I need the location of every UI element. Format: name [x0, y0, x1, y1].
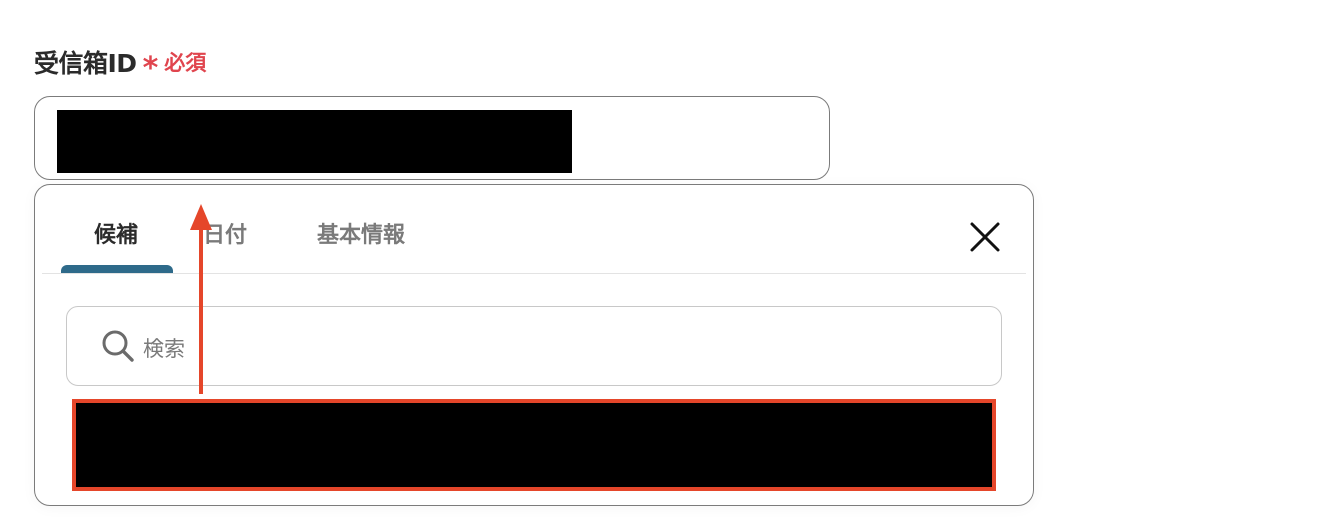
candidate-popup: 候補 日付 基本情報 検索	[34, 184, 1034, 506]
tab-basic-info[interactable]: 基本情報	[317, 217, 405, 249]
required-label: 必須	[164, 51, 207, 75]
close-button[interactable]	[967, 219, 1003, 255]
candidate-option-highlighted[interactable]	[72, 399, 996, 491]
field-label: 受信箱ID * 必須	[34, 44, 207, 86]
required-asterisk: *	[142, 50, 159, 86]
search-icon	[102, 330, 134, 362]
tab-date[interactable]: 日付	[203, 217, 247, 249]
tab-candidates[interactable]: 候補	[94, 217, 138, 249]
field-label-text: 受信箱ID	[34, 49, 137, 78]
redacted-value	[57, 110, 572, 173]
search-placeholder: 検索	[143, 337, 185, 361]
popup-tabs: 候補 日付 基本情報	[42, 185, 1026, 274]
inbox-id-input[interactable]	[34, 96, 830, 180]
active-tab-indicator	[61, 265, 173, 273]
close-icon	[970, 222, 1000, 252]
search-input[interactable]: 検索	[66, 306, 1002, 386]
